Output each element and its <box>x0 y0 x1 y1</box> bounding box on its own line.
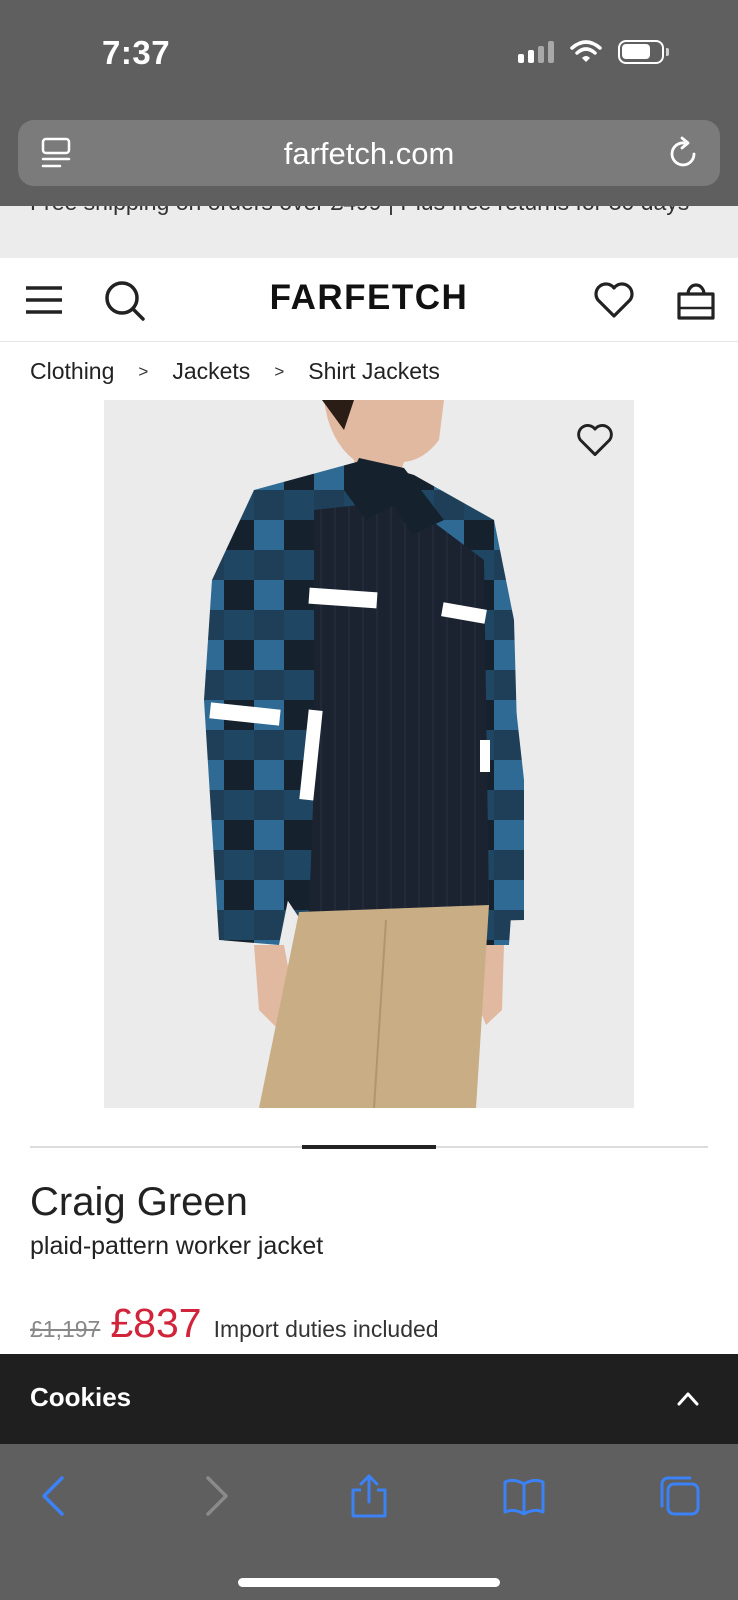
browser-top-chrome: 7:37 farfetch.com <box>0 0 738 206</box>
back-icon[interactable] <box>34 1474 78 1518</box>
home-indicator[interactable] <box>238 1578 500 1587</box>
url-text[interactable]: farfetch.com <box>18 136 720 172</box>
product-name: plaid-pattern worker jacket <box>30 1232 324 1260</box>
original-price: £1,197 <box>30 1316 101 1342</box>
battery-icon <box>618 40 669 64</box>
url-bar[interactable]: farfetch.com <box>18 120 720 186</box>
breadcrumb: Clothing > Jackets > Shirt Jackets <box>30 358 440 385</box>
status-time: 7:37 <box>102 34 171 71</box>
breadcrumb-separator: > <box>138 361 149 381</box>
breadcrumb-item-shirt-jackets[interactable]: Shirt Jackets <box>308 358 440 385</box>
carousel-indicator <box>30 1145 708 1149</box>
forward-icon[interactable] <box>192 1474 236 1518</box>
wifi-icon <box>570 40 602 62</box>
reload-icon[interactable] <box>668 136 700 170</box>
bag-icon[interactable] <box>674 278 718 322</box>
price-row: £1,197 £837 Import duties included <box>30 1300 439 1347</box>
product-brand[interactable]: Craig Green <box>30 1180 248 1225</box>
promo-text: Free shipping on orders over £499 | Plus… <box>30 206 710 219</box>
product-photo <box>204 400 524 1108</box>
promo-banner: Free shipping on orders over £499 | Plus… <box>0 206 738 258</box>
status-icons <box>518 40 669 64</box>
cookies-bar[interactable]: Cookies <box>0 1354 738 1444</box>
duties-note: Import duties included <box>213 1316 439 1342</box>
bookmarks-icon[interactable] <box>502 1474 546 1518</box>
breadcrumb-separator: > <box>274 361 285 381</box>
sale-price: £837 <box>110 1300 202 1346</box>
tabs-icon[interactable] <box>658 1474 702 1518</box>
breadcrumb-item-clothing[interactable]: Clothing <box>30 358 114 385</box>
breadcrumb-item-jackets[interactable]: Jackets <box>172 358 250 385</box>
product-image[interactable] <box>104 400 634 1108</box>
signal-icon <box>518 41 554 63</box>
share-icon[interactable] <box>347 1474 391 1518</box>
browser-bottom-toolbar <box>0 1444 738 1600</box>
cookies-title: Cookies <box>30 1382 132 1412</box>
chevron-up-icon[interactable] <box>676 1388 700 1408</box>
carousel-active-indicator <box>302 1145 436 1149</box>
heart-icon[interactable] <box>574 420 616 460</box>
site-header: FARFETCH <box>0 258 738 342</box>
wishlist-icon[interactable] <box>592 278 636 322</box>
